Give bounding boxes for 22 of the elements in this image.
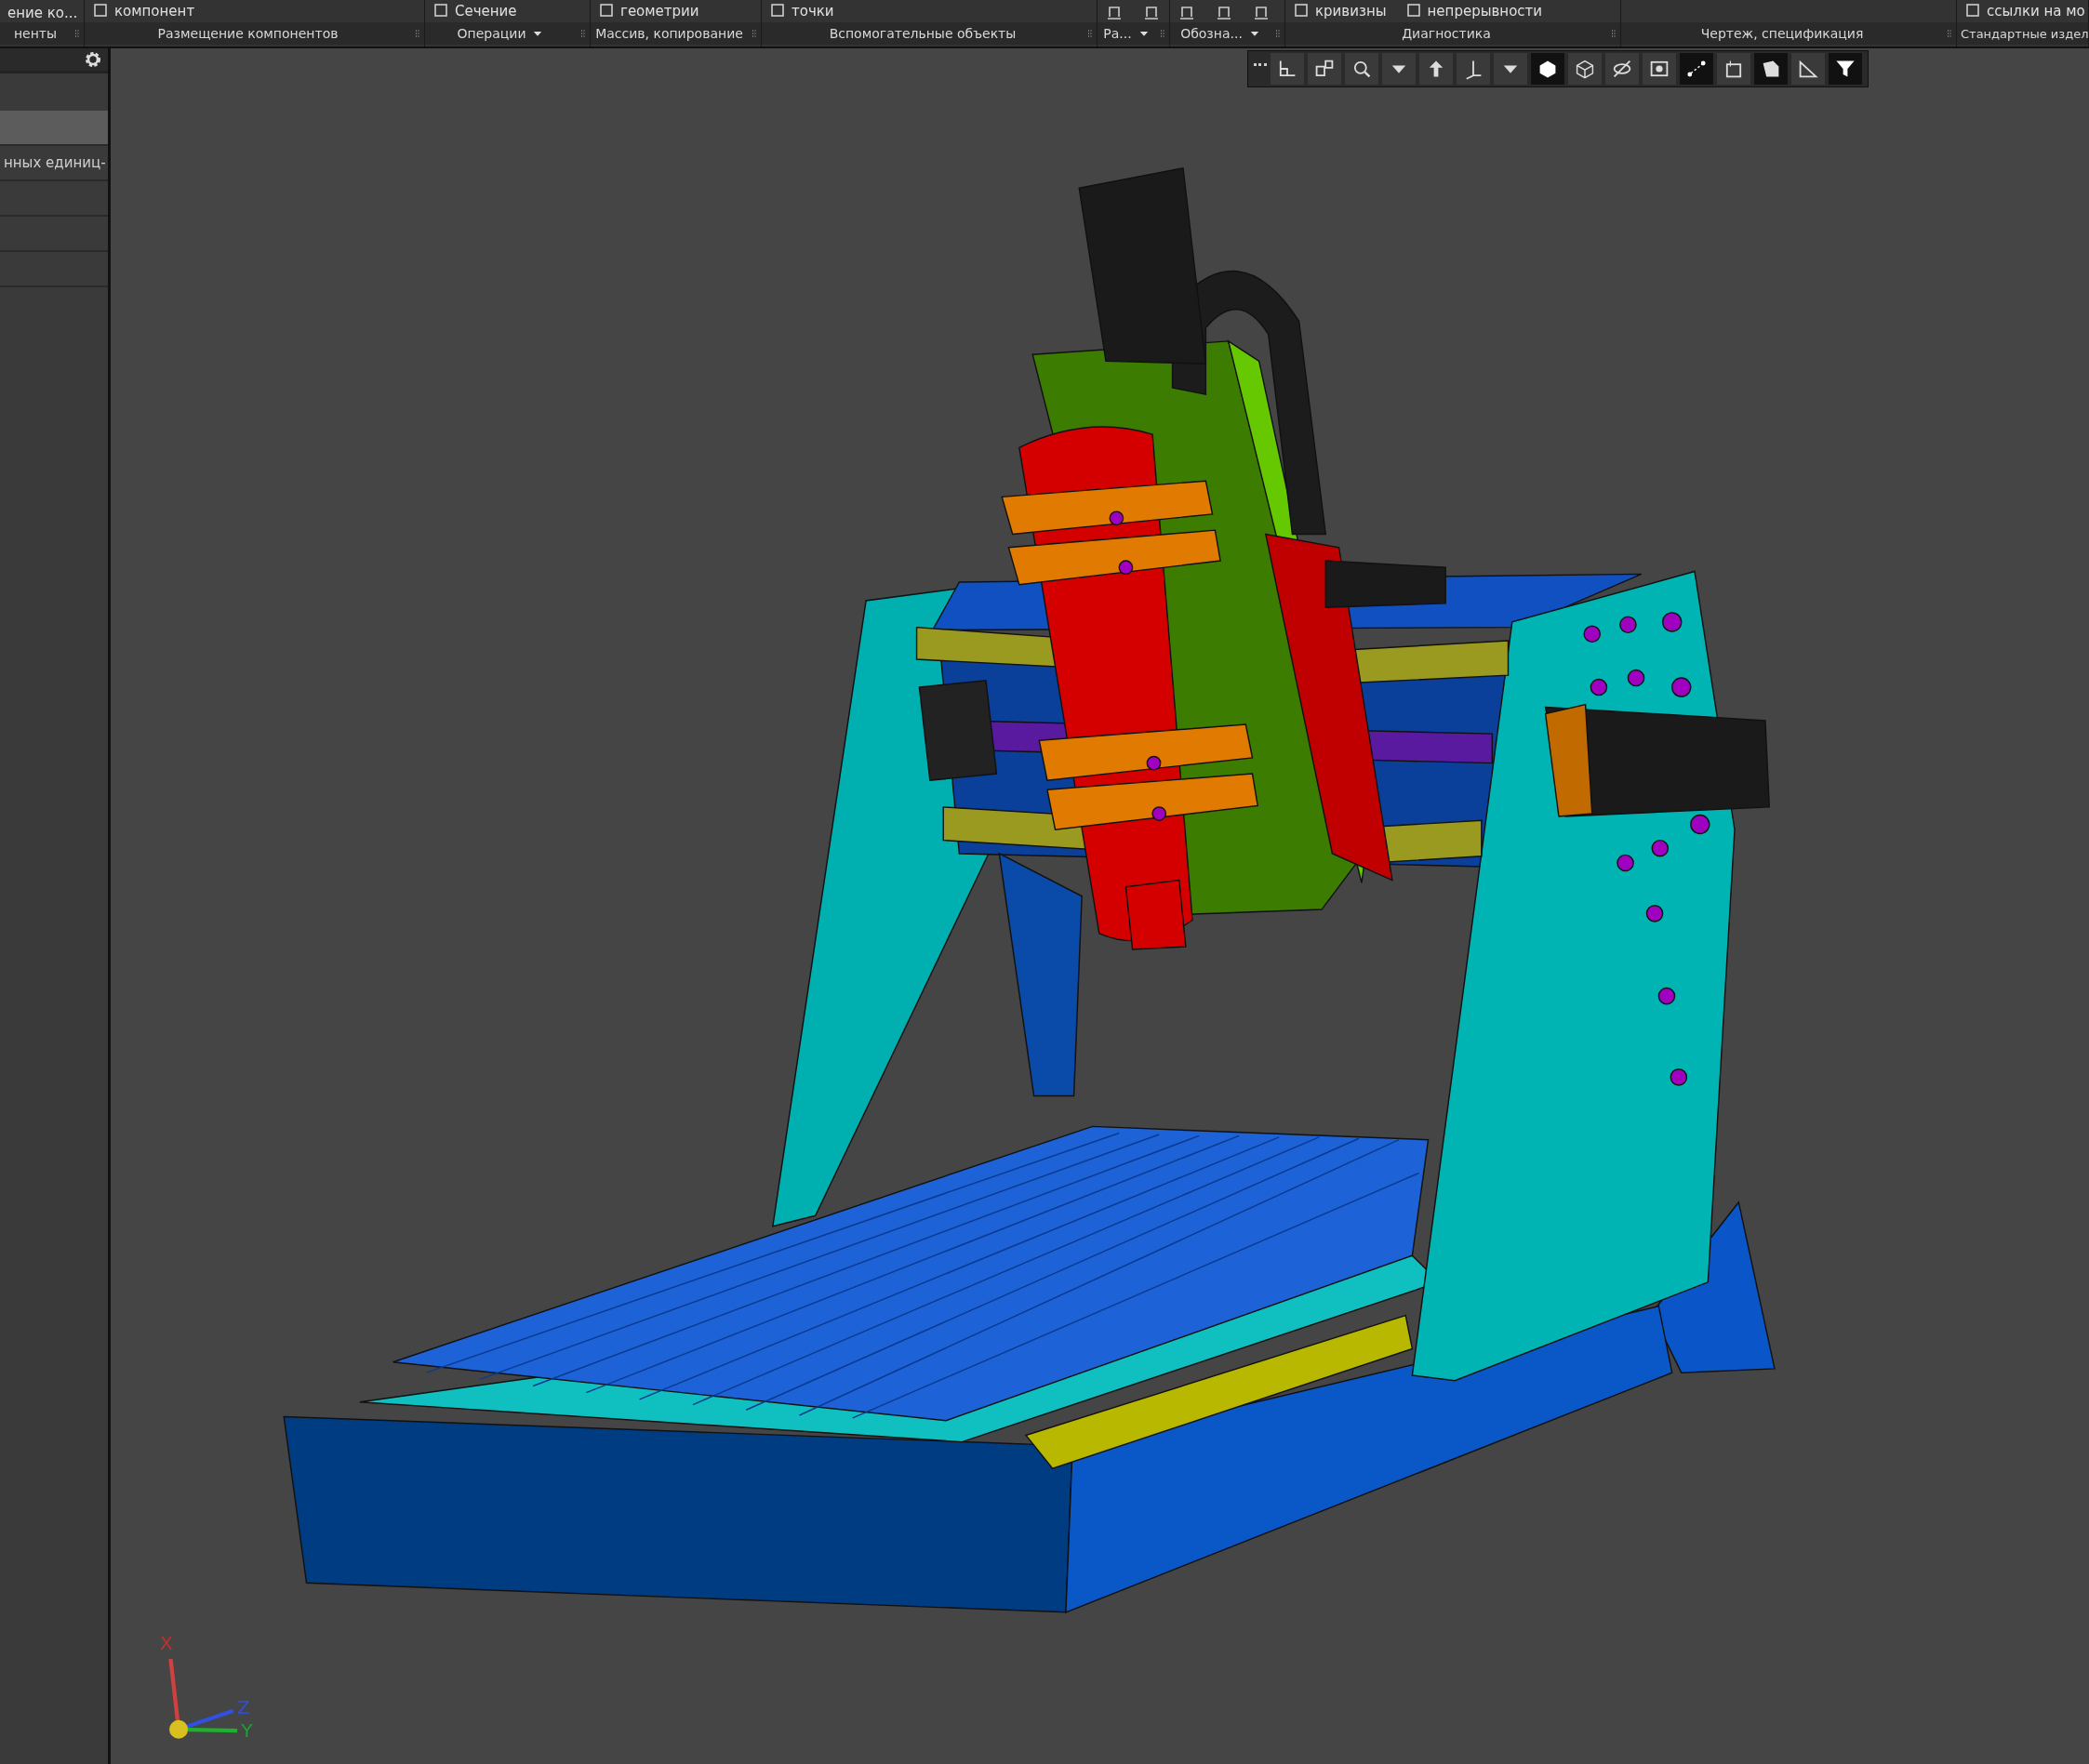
group-title: Размещение компонентов	[157, 26, 339, 41]
group-title: Операции	[457, 26, 526, 41]
ribbon-tool-button[interactable]: ение ко...	[7, 6, 78, 22]
ribbon-tool-button[interactable]: кривизны	[1293, 2, 1387, 22]
axis-label: Y	[241, 1719, 253, 1743]
group-title: Обозна...	[1180, 26, 1243, 41]
ribbon-tool-button[interactable]: точки	[769, 2, 834, 22]
ribbon-tool-button[interactable]: ссылки на мо	[1964, 2, 2085, 22]
group-title: Чертеж, спецификация	[1700, 26, 1864, 41]
group-title: ненты	[13, 26, 58, 41]
group-title: Диагностика	[1402, 26, 1491, 41]
tree-row[interactable]: нных единиц-	[0, 146, 108, 181]
ribbon-tool-button[interactable]: Сечение	[432, 2, 517, 22]
group-title: Стандартные издел	[1961, 26, 2089, 41]
ribbon-tool-button[interactable]: компонент	[92, 2, 195, 22]
ribbon-tool-button[interactable]: геометрии	[598, 2, 699, 22]
group-title: Массив, копирование	[595, 26, 743, 41]
axis-label: X	[160, 1631, 173, 1654]
ribbon-tool-button[interactable]: непрерывности	[1404, 2, 1543, 22]
group-title: Ра...	[1103, 26, 1132, 41]
group-title: Вспомогательные объекты	[829, 26, 1017, 41]
axis-label: Z	[237, 1695, 250, 1718]
